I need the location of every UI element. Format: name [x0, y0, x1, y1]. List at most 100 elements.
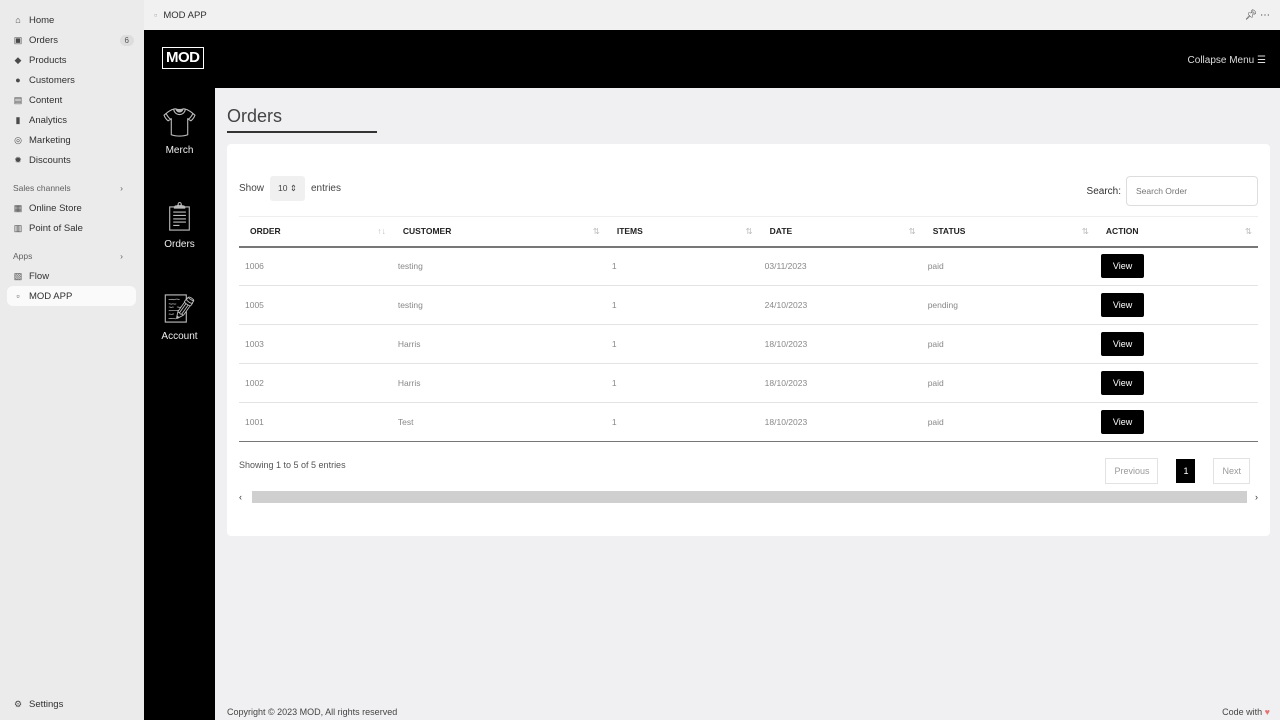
- discount-icon: ✹: [14, 154, 22, 165]
- apps-header[interactable]: Apps ›: [0, 246, 136, 266]
- view-order-button[interactable]: View: [1100, 254, 1145, 279]
- column-header-action[interactable]: ACTION ⇅: [1094, 216, 1258, 248]
- sidebar-item-mod-app[interactable]: ▫ MOD APP: [7, 286, 136, 306]
- cell-customer: Harris: [391, 324, 606, 364]
- table-info: Showing 1 to 5 of 5 entries: [239, 460, 346, 470]
- search-input[interactable]: [1126, 176, 1258, 206]
- table-row: 1002 Harris 1 18/10/2023 paid View: [239, 363, 1258, 403]
- cell-action: View: [1094, 402, 1258, 442]
- clipboard-icon: 📋︎: [161, 201, 198, 232]
- sort-icon[interactable]: ↑↓: [377, 226, 386, 236]
- sidebar-item-orders[interactable]: ▣ Orders 6: [0, 30, 136, 50]
- gear-icon: ⚙: [13, 698, 23, 709]
- sort-icon[interactable]: ⇅: [909, 226, 916, 237]
- rail-orders[interactable]: 📋︎ Orders: [144, 200, 215, 250]
- cell-items: 1: [605, 324, 759, 364]
- app-header: MOD Collapse Menu ☰: [144, 30, 1280, 88]
- column-header-date[interactable]: DATE ⇅: [758, 216, 922, 248]
- cell-customer: Test: [391, 402, 606, 442]
- cell-order: 1002: [239, 363, 392, 403]
- cell-status: pending: [921, 285, 1095, 325]
- code-with: Code with ♥: [1222, 707, 1270, 717]
- sort-icon[interactable]: ⇅: [746, 226, 753, 237]
- sidebar-item-products[interactable]: ◆ Products: [0, 50, 136, 70]
- cell-date: 18/10/2023: [758, 363, 922, 403]
- tag-icon: ◆: [14, 54, 22, 65]
- main-content: Orders Show10 ⇕entries Search: ORDER↑↓CU…: [215, 88, 1280, 720]
- cell-items: 1: [605, 285, 759, 325]
- next-button[interactable]: Next: [1213, 458, 1250, 484]
- sidebar-item-settings[interactable]: ⚙ Settings: [0, 694, 71, 714]
- cell-date: 03/11/2023: [758, 246, 922, 286]
- cell-date: 18/10/2023: [758, 402, 922, 442]
- previous-button[interactable]: Previous: [1105, 458, 1159, 484]
- content-icon: ▤: [13, 94, 23, 105]
- cell-action: View: [1094, 246, 1258, 286]
- cell-customer: testing: [391, 246, 606, 286]
- copyright: Copyright © 2023 MOD, All rights reserve…: [227, 707, 398, 717]
- cell-customer: testing: [391, 285, 606, 325]
- pagination: Previous 1 Next: [1105, 458, 1250, 484]
- shopify-sidebar: ⌂ Home ▣ Orders 6 ◆ Products ● Customers ▤ Content…: [0, 0, 144, 720]
- cell-action: View: [1094, 285, 1258, 325]
- mod-logo[interactable]: MOD: [162, 47, 204, 69]
- scroll-right-icon[interactable]: ›: [1255, 492, 1258, 502]
- cell-order: 1006: [239, 246, 392, 286]
- entries-select[interactable]: 10 ⇕: [270, 176, 305, 201]
- table-row: 1005 testing 1 24/10/2023 pending View: [239, 285, 1258, 325]
- sort-icon[interactable]: ⇅: [1082, 226, 1089, 237]
- sidebar-item-marketing[interactable]: ◎ Marketing: [0, 130, 136, 150]
- app-icon: ▫: [16, 291, 20, 301]
- column-header-order[interactable]: ORDER ↑↓: [239, 216, 392, 248]
- column-header-status[interactable]: STATUS ⇅: [921, 216, 1095, 248]
- collapse-menu-button[interactable]: Collapse Menu ☰: [1188, 55, 1266, 66]
- rail-account[interactable]: 📝︎ Account: [144, 292, 215, 342]
- sidebar-item-flow[interactable]: ▧ Flow: [0, 266, 136, 286]
- sidebar-item-point-of-sale[interactable]: ▥ Point of Sale: [0, 218, 136, 238]
- sidebar-item-customers[interactable]: ● Customers: [0, 70, 136, 90]
- scroll-thumb[interactable]: [252, 491, 1247, 503]
- pin-icon[interactable]: 📌︎: [1245, 10, 1258, 21]
- page-title: Orders: [227, 106, 377, 133]
- heart-icon: ♥: [1264, 707, 1270, 717]
- cell-status: paid: [921, 402, 1095, 442]
- person-icon: ●: [15, 75, 21, 85]
- app-title: MOD APP: [163, 9, 207, 21]
- clipboard-plus-icon: 📝︎: [161, 293, 198, 324]
- sidebar-item-discounts[interactable]: ✹ Discounts: [0, 150, 136, 170]
- sales-channels-header[interactable]: Sales channels ›: [0, 178, 136, 198]
- orders-count-badge: 6: [119, 34, 134, 46]
- hamburger-icon: ☰: [1257, 55, 1266, 66]
- app-icon: ▫: [154, 9, 158, 21]
- orders-table: ORDER ↑↓ CUSTOMER ⇅ ITEMS ⇅ DATE ⇅ STATUS ⇅ ACTION…: [239, 216, 1258, 442]
- more-icon[interactable]: ⋯: [1260, 10, 1270, 21]
- scroll-left-icon[interactable]: ‹: [239, 492, 242, 502]
- view-order-button[interactable]: View: [1100, 371, 1145, 395]
- cell-date: 18/10/2023: [758, 324, 922, 364]
- table-row: 1001 Test 1 18/10/2023 paid View: [239, 402, 1258, 442]
- sidebar-item-home[interactable]: ⌂ Home: [0, 10, 136, 30]
- table-row: 1003 Harris 1 18/10/2023 paid View: [239, 324, 1258, 364]
- cell-status: paid: [921, 246, 1095, 286]
- horizontal-scrollbar[interactable]: ‹ ›: [239, 490, 1258, 504]
- cell-order: 1005: [239, 285, 392, 325]
- rail-merch[interactable]: 👕︎ Merch: [144, 106, 215, 156]
- view-order-button[interactable]: View: [1100, 293, 1145, 317]
- view-order-button[interactable]: View: [1100, 410, 1145, 434]
- column-header-customer[interactable]: CUSTOMER ⇅: [391, 216, 606, 248]
- sidebar-item-analytics[interactable]: ▮ Analytics: [0, 110, 136, 130]
- column-header-items[interactable]: ITEMS ⇅: [605, 216, 759, 248]
- cell-action: View: [1094, 324, 1258, 364]
- table-row: 1006 testing 1 03/11/2023 paid View: [239, 246, 1258, 286]
- cell-items: 1: [605, 402, 759, 442]
- sidebar-item-content[interactable]: ▤ Content: [0, 90, 136, 110]
- sidebar-item-online-store[interactable]: ▦ Online Store: [0, 198, 136, 218]
- sort-icon[interactable]: ⇅: [1245, 226, 1252, 237]
- page-1-button[interactable]: 1: [1176, 459, 1196, 483]
- cell-order: 1003: [239, 324, 392, 364]
- app-icon: ▦: [13, 202, 23, 213]
- view-order-button[interactable]: View: [1100, 332, 1145, 356]
- tshirt-icon: 👕︎: [161, 107, 198, 138]
- sort-icon[interactable]: ⇅: [593, 226, 600, 237]
- cell-status: paid: [921, 363, 1095, 403]
